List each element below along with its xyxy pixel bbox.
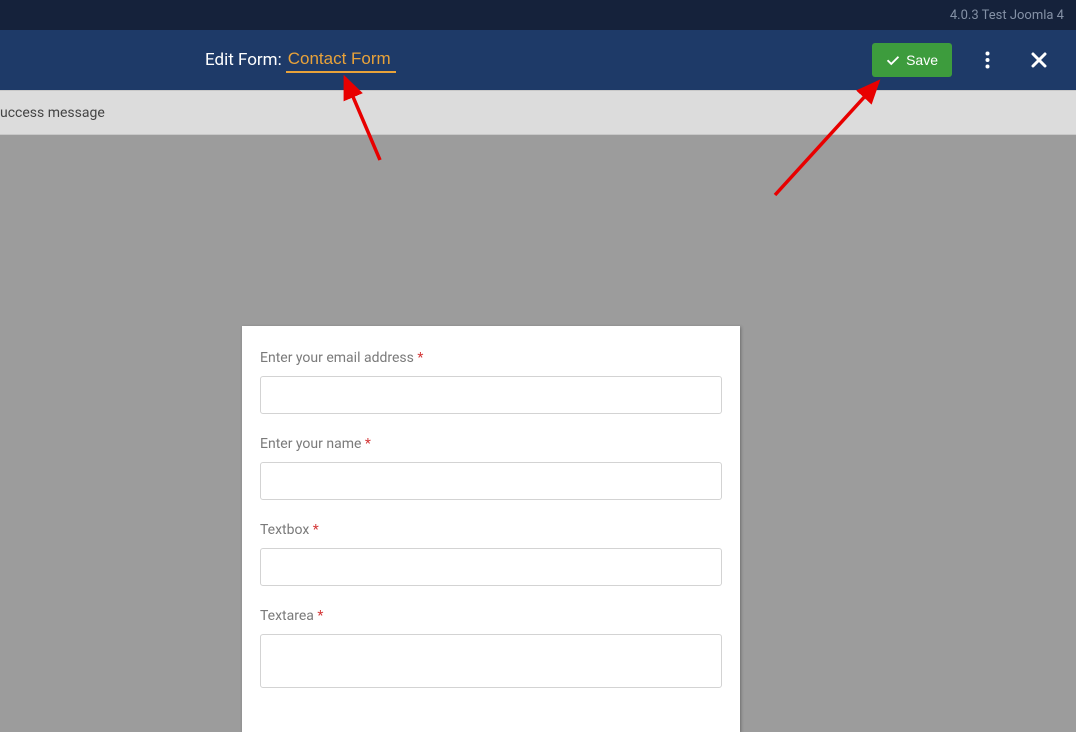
header-bar: Edit Form: Save	[0, 30, 1076, 90]
required-mark: *	[417, 350, 423, 366]
edit-form-label: Edit Form:	[205, 50, 282, 70]
close-icon	[1031, 52, 1047, 68]
form-field: Textbox *	[260, 522, 722, 586]
header-actions: Save	[872, 43, 1056, 77]
more-options-button[interactable]	[970, 43, 1004, 77]
required-mark: *	[365, 436, 371, 452]
site-version-label: 4.0.3 Test Joomla 4	[950, 8, 1064, 23]
field-label: Enter your name *	[260, 436, 722, 452]
form-field: Textarea *	[260, 608, 722, 692]
top-bar: 4.0.3 Test Joomla 4	[0, 0, 1076, 30]
field-label-text: Enter your name	[260, 436, 361, 452]
name-field[interactable]	[260, 462, 722, 500]
required-mark: *	[317, 608, 323, 624]
kebab-icon	[985, 51, 990, 69]
email-field[interactable]	[260, 376, 722, 414]
check-icon	[886, 53, 900, 67]
form-canvas: Enter your email address * Enter your na…	[0, 135, 1076, 668]
form-field: Enter your name *	[260, 436, 722, 500]
sub-bar-text: uccess message	[0, 105, 105, 121]
form-title-input[interactable]	[286, 47, 396, 73]
save-button[interactable]: Save	[872, 43, 952, 77]
field-label: Enter your email address *	[260, 350, 722, 366]
textarea-field[interactable]	[260, 634, 722, 688]
close-button[interactable]	[1022, 43, 1056, 77]
field-label-text: Enter your email address	[260, 350, 414, 366]
required-mark: *	[313, 522, 319, 538]
save-button-label: Save	[906, 52, 938, 68]
field-label-text: Textarea	[260, 608, 314, 624]
field-label-text: Textbox	[260, 522, 309, 538]
form-field: Enter your email address *	[260, 350, 722, 414]
field-label: Textarea *	[260, 608, 722, 624]
sub-bar: uccess message	[0, 90, 1076, 135]
form-preview-card: Enter your email address * Enter your na…	[242, 326, 740, 732]
textbox-field[interactable]	[260, 548, 722, 586]
field-label: Textbox *	[260, 522, 722, 538]
